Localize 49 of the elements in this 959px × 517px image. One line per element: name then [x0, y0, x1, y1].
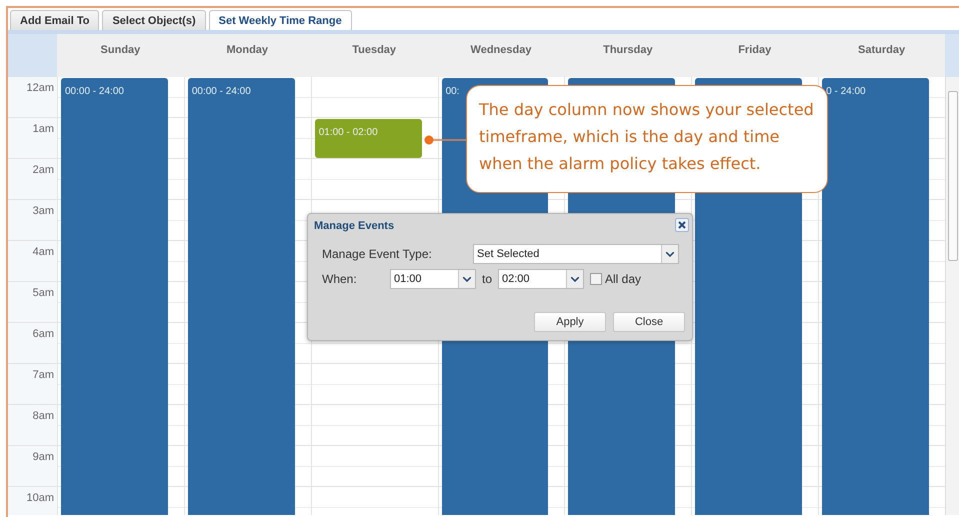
hour-label: 6am	[32, 328, 54, 342]
hour-label: 10am	[26, 492, 54, 506]
event-time: 0 - 24:00	[826, 86, 866, 97]
day-header: Sunday	[100, 44, 140, 58]
hour-label: 5am	[32, 287, 54, 301]
caret-icon[interactable]	[463, 276, 471, 282]
hour-label: 7am	[32, 369, 54, 383]
tab[interactable]: Select Object(s)	[102, 10, 206, 30]
field-label: Manage Event Type:	[322, 247, 433, 261]
hour-label: 9am	[32, 451, 54, 465]
dropdown-field[interactable]: Set Selected	[473, 244, 679, 264]
scrollbar-header	[944, 34, 959, 77]
checkbox-label: All day	[605, 272, 642, 286]
event-block[interactable]: 00:00 - 24:00	[188, 78, 295, 515]
event-time: 00:00 - 24:00	[192, 86, 251, 97]
dropdown-field[interactable]: 01:00	[390, 269, 476, 289]
event-time: 00:	[446, 86, 460, 97]
range-label: to	[482, 272, 492, 286]
hour-label: 2am	[32, 164, 54, 178]
scrollbar[interactable]	[944, 77, 959, 515]
day-header: Saturday	[858, 44, 906, 58]
leader-line	[424, 135, 467, 145]
time-column-header	[8, 34, 57, 77]
dialog-button[interactable]: Apply	[534, 312, 606, 332]
tab[interactable]: Add Email To	[10, 10, 100, 30]
dialog-button[interactable]: Close	[613, 312, 685, 332]
field-label: When:	[322, 272, 358, 286]
event-time: 01:00 - 02:00	[318, 127, 378, 138]
hour-label: 3am	[32, 205, 54, 219]
hour-label: 12am	[26, 82, 54, 96]
tab[interactable]: Set Weekly Time Range	[208, 10, 352, 30]
caret-icon[interactable]	[666, 252, 674, 256]
event-block[interactable]: 00:00 - 24:00	[61, 78, 168, 515]
event-time: 00:00 - 24:00	[65, 86, 124, 97]
dropdown-field[interactable]: 02:00	[498, 269, 584, 289]
hour-label: 1am	[32, 123, 54, 137]
event-block[interactable]: 0 - 24:00	[822, 78, 929, 515]
callout-tooltip: The day column now shows your selected timeframe, which is the day and time when the alarm policy takes effect.	[466, 85, 828, 193]
day-header: Friday	[738, 44, 772, 58]
day-header: Wednesday	[470, 44, 532, 58]
dialog-title: Manage Events	[314, 220, 394, 232]
hour-label: 8am	[32, 410, 54, 424]
close-icon[interactable]	[675, 218, 689, 232]
hour-label: 4am	[32, 246, 54, 260]
checkbox[interactable]	[590, 273, 602, 285]
day-header: Tuesday	[352, 44, 396, 58]
day-header: Thursday	[603, 44, 653, 58]
caret-icon[interactable]	[571, 276, 580, 282]
day-header: Monday	[226, 44, 268, 58]
